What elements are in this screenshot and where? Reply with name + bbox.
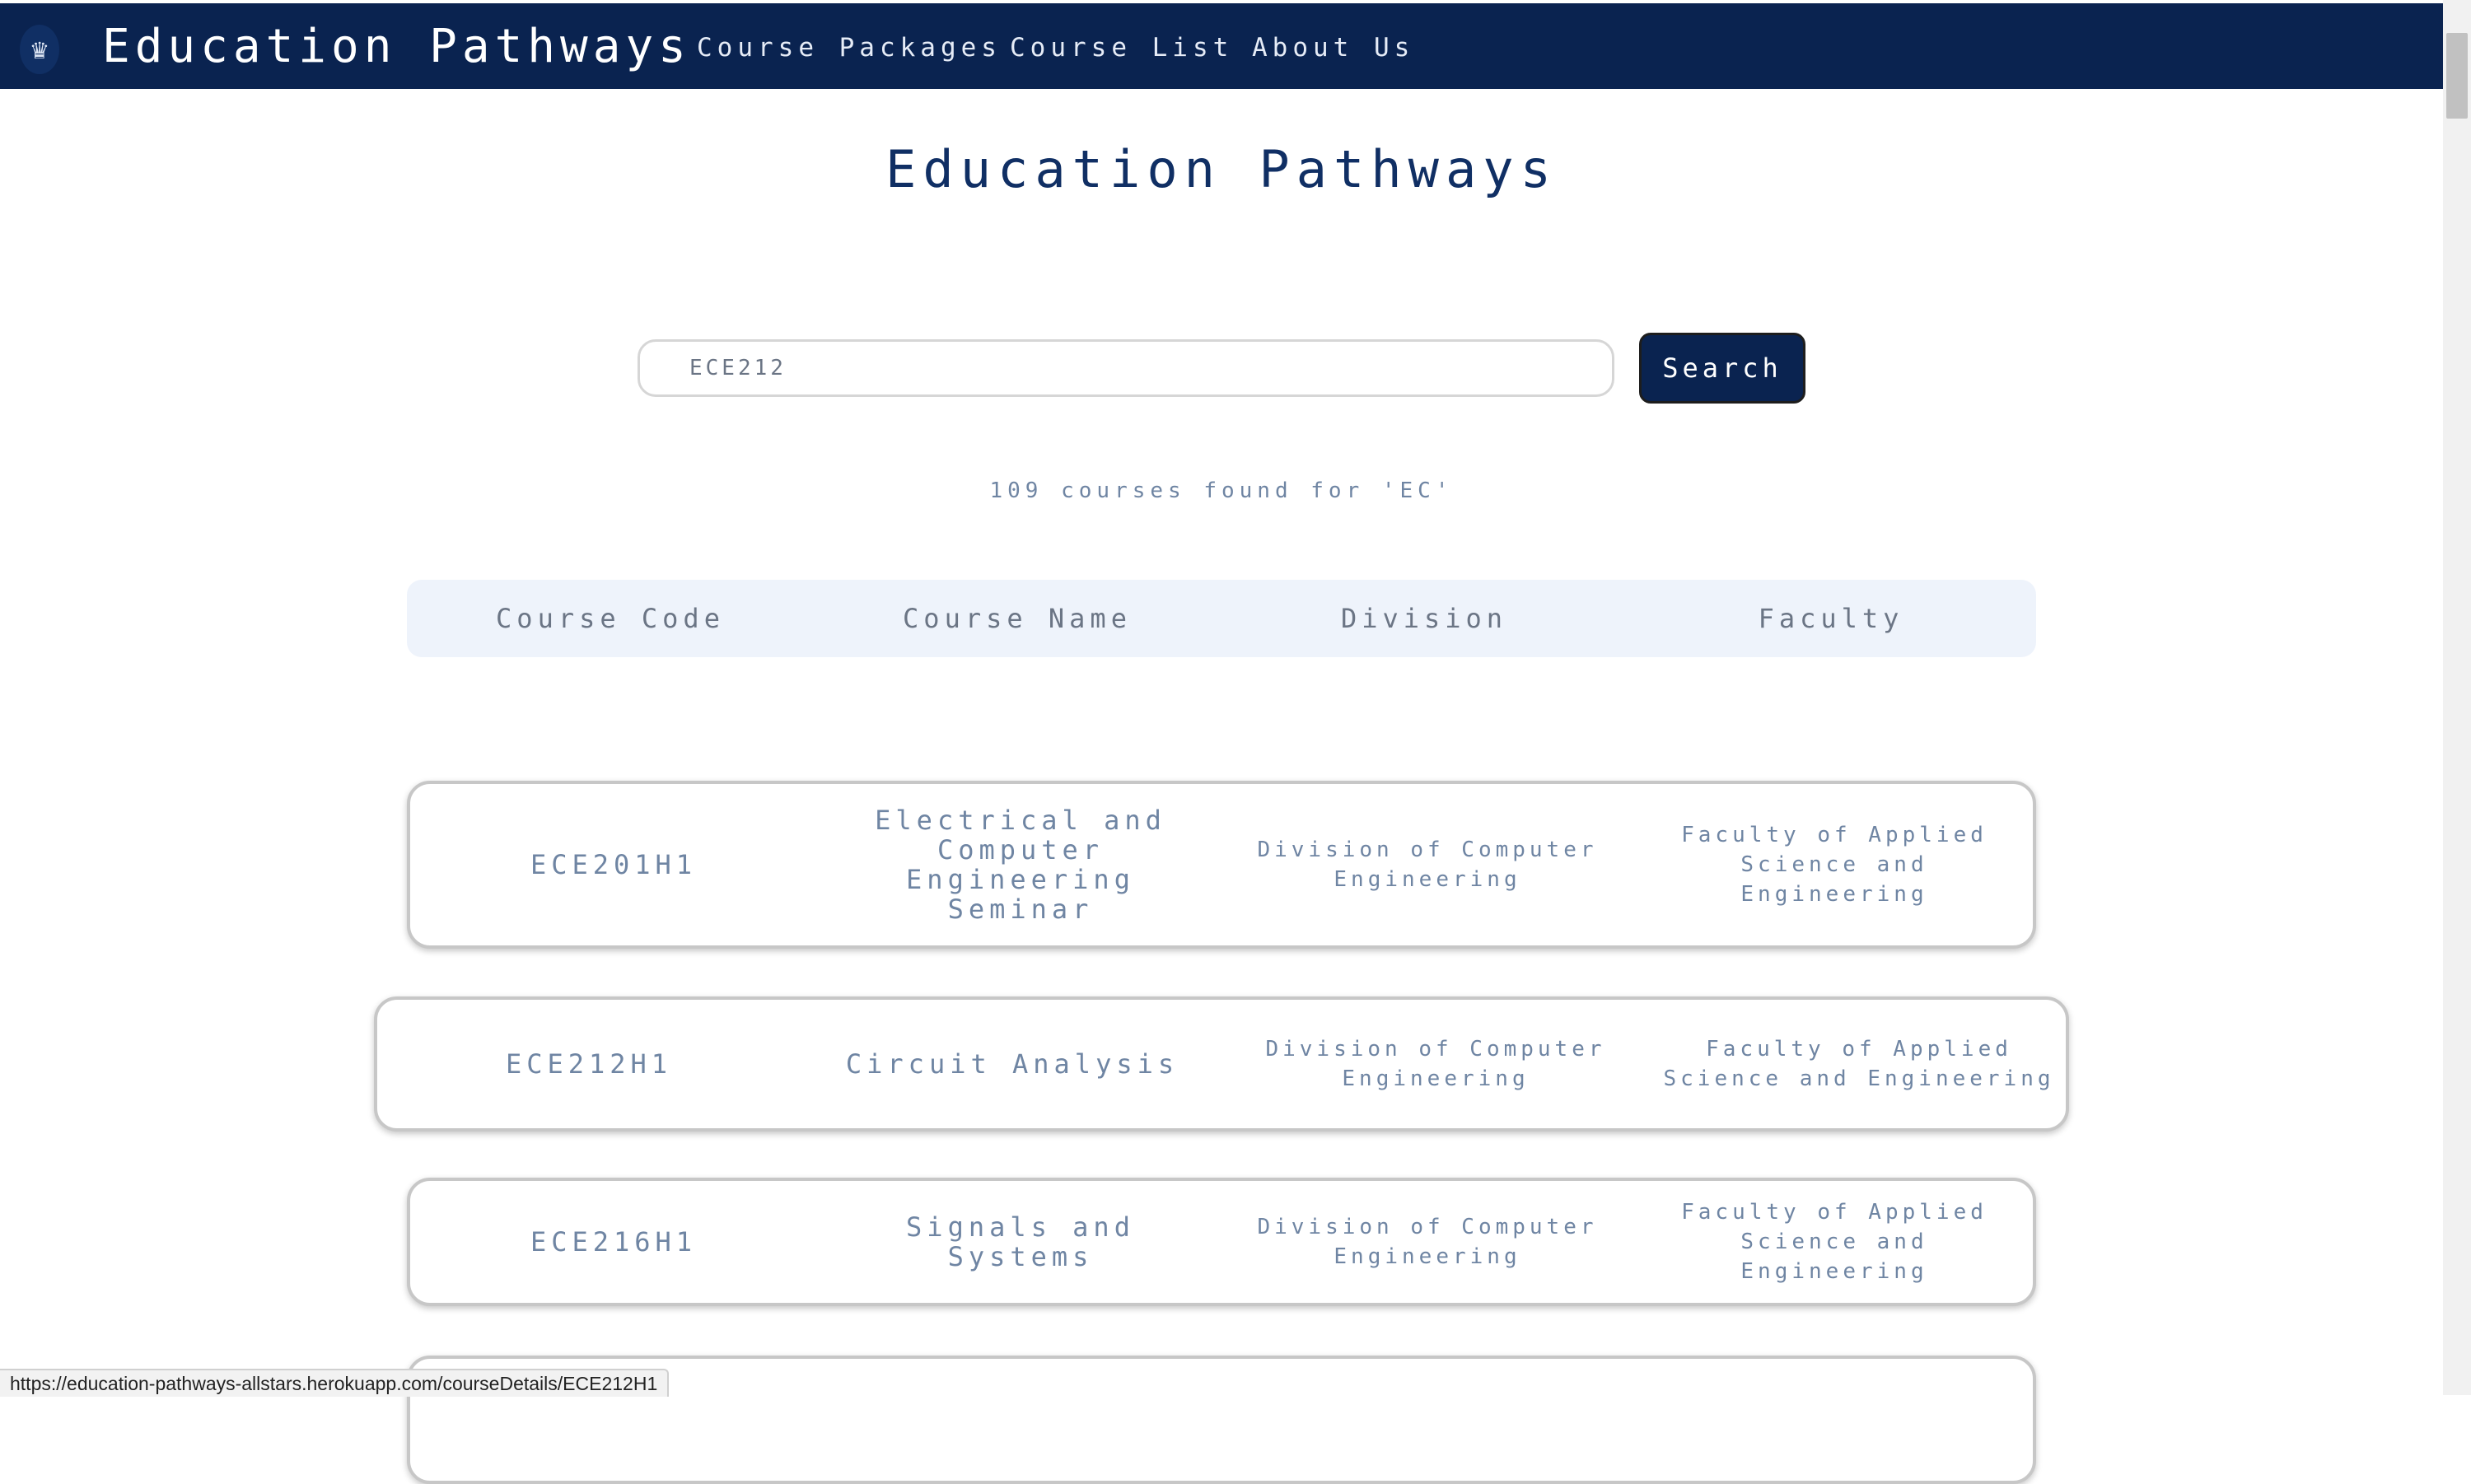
result-count: 109 courses found for 'EC' — [989, 478, 1454, 503]
course-faculty: Faculty of Applied Science and Engineeri… — [1663, 1037, 2055, 1091]
course-name-cell: Signals and Systems — [817, 1181, 1224, 1303]
header-label: Faculty — [1758, 603, 1904, 634]
course-division: Division of Computer Engineering — [1257, 1215, 1598, 1269]
nav-link-course-list[interactable]: Course List — [1010, 31, 1233, 64]
course-row[interactable]: ECE212H1 Circuit Analysis Division of Co… — [374, 996, 2069, 1132]
course-name: Circuit Analysis — [845, 1048, 1179, 1080]
header-label: Course Code — [496, 603, 725, 634]
table-header: Course Code Course Name Division Faculty — [407, 580, 2036, 657]
course-code: ECE212H1 — [505, 1048, 673, 1080]
course-row[interactable]: ECE201H1 Electrical and Computer Enginee… — [407, 781, 2036, 949]
top-navbar: ♛ Education Pathways Course Packages Cou… — [0, 3, 2443, 89]
course-faculty: Faculty of Applied Science and Engineeri… — [1681, 1200, 1988, 1284]
course-code: ECE201H1 — [530, 849, 698, 880]
header-faculty: Faculty — [1628, 580, 2034, 657]
course-code-cell: ECE212H1 — [377, 1000, 801, 1128]
scrollbar-thumb[interactable] — [2446, 33, 2468, 119]
course-code: ECE216H1 — [530, 1226, 698, 1258]
course-name-cell: Circuit Analysis — [801, 1000, 1224, 1128]
header-label: Division — [1340, 603, 1508, 634]
header-division: Division — [1221, 580, 1628, 657]
header-course-name: Course Name — [814, 580, 1221, 657]
course-division: Division of Computer Engineering — [1257, 838, 1598, 892]
division-cell: Division of Computer Engineering — [1224, 1000, 1647, 1128]
link-status-bar: https://education-pathways-allstars.hero… — [0, 1369, 670, 1397]
course-name-cell: Electrical and Computer Engineering Semi… — [817, 784, 1224, 945]
course-code-cell: ECE201H1 — [410, 784, 817, 945]
search-input[interactable] — [638, 339, 1614, 397]
course-faculty: Faculty of Applied Science and Engineeri… — [1681, 823, 1988, 907]
search-button[interactable]: Search — [1639, 333, 1805, 404]
nav-link-about-us[interactable]: About Us — [1252, 31, 1414, 64]
course-name: Signals and Systems — [906, 1211, 1135, 1272]
page-title: Education Pathways — [885, 139, 1558, 199]
course-division: Division of Computer Engineering — [1265, 1037, 1606, 1091]
crest-icon[interactable]: ♛ — [20, 25, 59, 74]
course-name: Electrical and Computer Engineering Semi… — [875, 805, 1166, 925]
course-code-cell: ECE216H1 — [410, 1181, 817, 1303]
header-course-code: Course Code — [407, 580, 814, 657]
division-cell: Division of Computer Engineering — [1224, 1181, 1631, 1303]
vertical-scrollbar[interactable] — [2443, 0, 2471, 1395]
course-row[interactable]: ECE216H1 Signals and Systems Division of… — [407, 1178, 2036, 1306]
division-cell: Division of Computer Engineering — [1224, 784, 1631, 945]
faculty-cell: Faculty of Applied Science and Engineeri… — [1631, 1181, 2038, 1303]
brand-title[interactable]: Education Pathways — [102, 18, 691, 76]
header-label: Course Name — [903, 603, 1132, 634]
faculty-cell: Faculty of Applied Science and Engineeri… — [1631, 784, 2038, 945]
nav-link-course-packages[interactable]: Course Packages — [697, 31, 1002, 64]
faculty-cell: Faculty of Applied Science and Engineeri… — [1647, 1000, 2071, 1128]
